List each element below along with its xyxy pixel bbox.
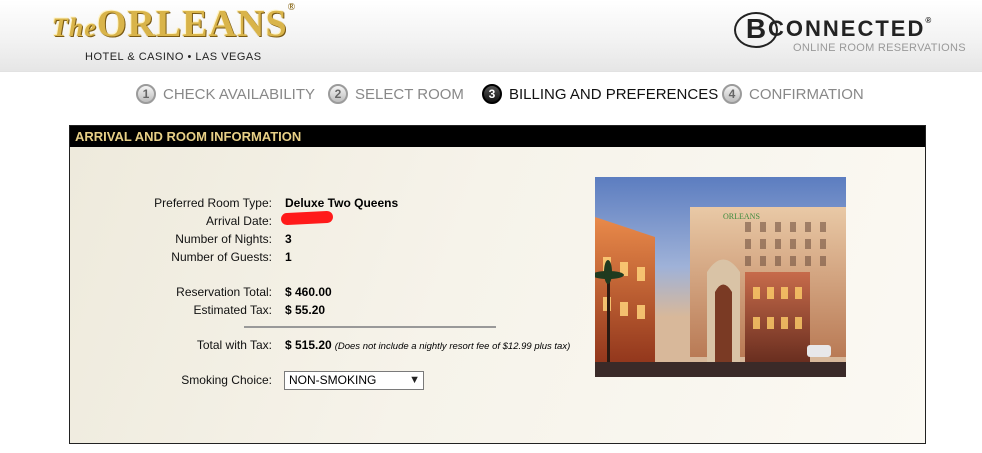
photo-sign: ORLEANS <box>723 212 760 221</box>
step-number-icon: 2 <box>328 84 348 104</box>
step-confirmation: 4 CONFIRMATION <box>722 82 864 106</box>
logo-title: TheORLEANS® <box>52 2 297 45</box>
estimated-tax-value: $ 55.20 <box>285 303 326 317</box>
reservation-total-value: $ 460.00 <box>285 285 332 299</box>
guests-value: 1 <box>285 250 292 264</box>
bconnected-logo: B CONNECTED® ONLINE ROOM RESERVATIONS <box>732 10 966 60</box>
step-select-room[interactable]: 2 SELECT ROOM <box>328 82 464 106</box>
step-label: CONFIRMATION <box>749 85 864 103</box>
step-check-availability[interactable]: 1 CHECK AVAILABILITY <box>136 82 315 106</box>
chevron-down-icon[interactable]: ▼ <box>409 372 420 389</box>
guests-label: Number of Guests: <box>171 250 272 264</box>
step-number-icon: 4 <box>722 84 742 104</box>
site-header: TheORLEANS® HOTEL & CASINO • LAS VEGAS B… <box>0 0 982 72</box>
arrival-room-panel: ARRIVAL AND ROOM INFORMATION Preferred R… <box>69 125 926 444</box>
step-number-icon: 3 <box>482 84 502 104</box>
reservation-total-label: Reservation Total: <box>176 285 272 299</box>
nights-value: 3 <box>285 232 292 246</box>
step-label: CHECK AVAILABILITY <box>163 85 315 103</box>
room-type-label: Preferred Room Type: <box>154 196 272 210</box>
smoking-choice-label: Smoking Choice: <box>181 373 272 387</box>
redaction-mark <box>280 210 334 226</box>
bconnected-subtitle: ONLINE ROOM RESERVATIONS <box>793 42 966 54</box>
room-type-value: Deluxe Two Queens <box>285 196 399 210</box>
hotel-photo: ORLEANS <box>595 177 846 377</box>
estimated-tax-label: Estimated Tax: <box>193 303 272 317</box>
smoking-choice-value: NON-SMOKING <box>289 373 377 387</box>
total-with-tax-amount: $ 515.20 <box>285 338 332 352</box>
smoking-choice-select[interactable]: NON-SMOKING ▼ <box>284 371 424 390</box>
orleans-logo[interactable]: TheORLEANS® HOTEL & CASINO • LAS VEGAS <box>52 2 295 66</box>
step-label: BILLING AND PREFERENCES <box>509 85 719 103</box>
total-with-tax-value: $ 515.20 (Does not include a nightly reso… <box>285 337 570 355</box>
nights-label: Number of Nights: <box>175 232 272 246</box>
divider <box>244 326 496 328</box>
panel-title: ARRIVAL AND ROOM INFORMATION <box>70 126 925 147</box>
step-billing-and-preferences: 3 BILLING AND PREFERENCES <box>482 82 718 106</box>
booking-steps: 1 CHECK AVAILABILITY 2 SELECT ROOM 3 BIL… <box>0 82 982 106</box>
step-number-icon: 1 <box>136 84 156 104</box>
resort-fee-note: (Does not include a nightly resort fee o… <box>334 341 571 352</box>
arrival-date-label: Arrival Date: <box>205 214 272 228</box>
logo-subtitle: HOTEL & CASINO • LAS VEGAS <box>85 51 262 63</box>
bconnected-wordmark: CONNECTED® <box>768 16 932 41</box>
step-label: SELECT ROOM <box>355 85 464 103</box>
total-with-tax-label: Total with Tax: <box>196 338 272 352</box>
